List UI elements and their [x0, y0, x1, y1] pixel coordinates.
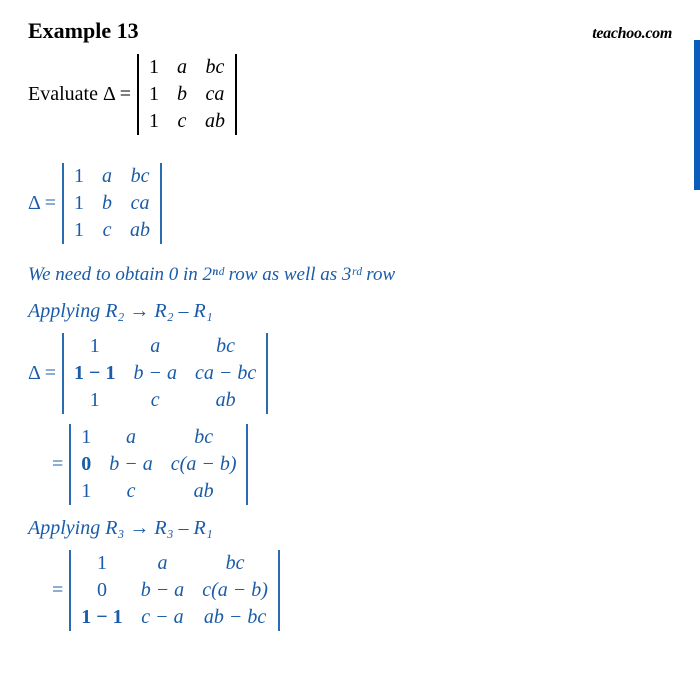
cell: 1 − 1 [74, 362, 115, 385]
step1-determinant: 1 a bc 1 b ca 1 c ab [62, 163, 162, 244]
cell: ab [171, 480, 237, 503]
cell: b − a [141, 579, 185, 602]
cell: 1 − 1 [81, 606, 122, 629]
det-bar-right [235, 54, 237, 135]
delta-label: Δ = [28, 362, 56, 385]
brand-name: teachoo.com [592, 25, 672, 43]
cell: b [177, 83, 187, 106]
cell: a [177, 56, 187, 79]
cell: bc [195, 335, 256, 358]
cell: ab [130, 219, 150, 242]
cell: 1 [149, 110, 159, 133]
cell: a [109, 426, 153, 449]
cell: bc [202, 552, 268, 575]
cell: c − a [141, 606, 185, 629]
cell: ab − bc [202, 606, 268, 629]
cell: 0 [81, 579, 122, 602]
cell: 1 [149, 83, 159, 106]
eq-label: = [52, 453, 63, 476]
problem-determinant: 1 a bc 1 b ca 1 c ab [137, 54, 237, 135]
cell: c [133, 389, 177, 412]
cell: 1 [81, 480, 91, 503]
cell: 0 [81, 453, 91, 476]
eq-label: = [52, 579, 63, 602]
apply-r2: Applying R₂ → R₂ – R₁ [28, 300, 672, 323]
cell: bc [130, 165, 150, 188]
cell: c [102, 219, 112, 242]
det-bar-right [160, 163, 162, 244]
accent-bar [694, 40, 700, 190]
cell: a [133, 335, 177, 358]
step2-determinant: 1 a bc 1 − 1 b − a ca − bc 1 c ab [62, 333, 268, 414]
cell: 1 [81, 426, 91, 449]
cell: c [109, 480, 153, 503]
cell: 1 [74, 192, 84, 215]
step3-determinant: 1 a bc 0 b − a c(a − b) 1 c ab [69, 424, 248, 505]
cell: ab [205, 110, 225, 133]
cell: ab [195, 389, 256, 412]
content-area: Evaluate Δ = 1 a bc 1 b ca 1 c ab Δ = 1 … [0, 44, 700, 631]
cell: c(a − b) [202, 579, 268, 602]
page-header: Example 13 teachoo.com [0, 0, 700, 44]
delta-label: Δ = [28, 192, 56, 215]
cell: b − a [109, 453, 153, 476]
cell: bc [171, 426, 237, 449]
cell: ca [130, 192, 150, 215]
cell: ca − bc [195, 362, 256, 385]
step4-row: = 1 a bc 0 b − a c(a − b) 1 − 1 c − a ab… [52, 550, 672, 631]
cell: ca [205, 83, 225, 106]
problem-row: Evaluate Δ = 1 a bc 1 b ca 1 c ab [28, 54, 672, 135]
evaluate-label: Evaluate Δ = [28, 83, 131, 106]
cell: bc [205, 56, 225, 79]
cell: b [102, 192, 112, 215]
example-title: Example 13 [28, 18, 139, 44]
step2-row: Δ = 1 a bc 1 − 1 b − a ca − bc 1 c ab [28, 333, 672, 414]
cell: b − a [133, 362, 177, 385]
cell: a [102, 165, 112, 188]
cell: c(a − b) [171, 453, 237, 476]
det-bar-right [246, 424, 248, 505]
cell: 1 [74, 165, 84, 188]
cell: 1 [74, 219, 84, 242]
det-bar-right [266, 333, 268, 414]
step3-row: = 1 a bc 0 b − a c(a − b) 1 c ab [52, 424, 672, 505]
cell: c [177, 110, 187, 133]
step1-row: Δ = 1 a bc 1 b ca 1 c ab [28, 163, 672, 244]
hint-note: We need to obtain 0 in 2ⁿᵈ row as well a… [28, 264, 672, 286]
det-bar-right [278, 550, 280, 631]
cell: 1 [74, 389, 115, 412]
cell: 1 [81, 552, 122, 575]
cell: 1 [149, 56, 159, 79]
cell: a [141, 552, 185, 575]
apply-r3: Applying R₃ → R₃ – R₁ [28, 517, 672, 540]
cell: 1 [74, 335, 115, 358]
step4-determinant: 1 a bc 0 b − a c(a − b) 1 − 1 c − a ab −… [69, 550, 280, 631]
